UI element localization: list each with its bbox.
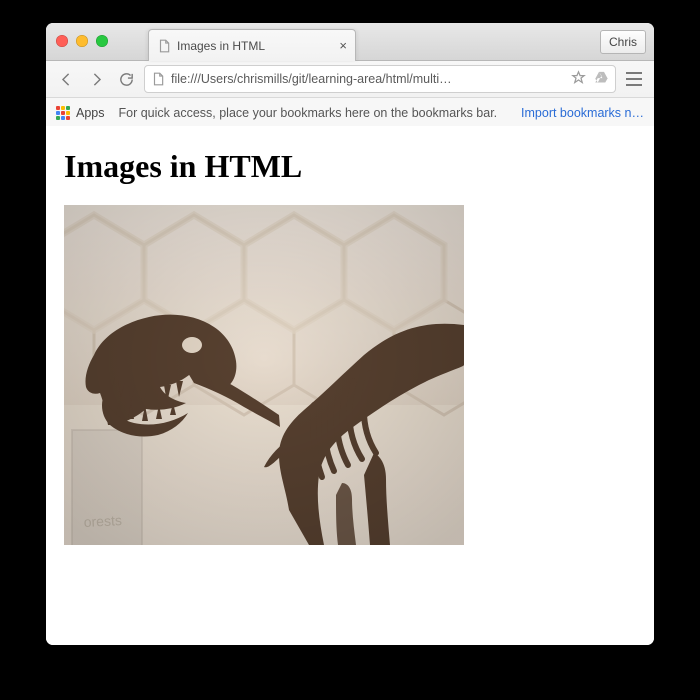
bookmarks-hint: For quick access, place your bookmarks h… [119, 106, 512, 120]
content-image: orests [64, 205, 464, 545]
drive-icon[interactable] [594, 70, 609, 88]
apps-grid-icon [56, 106, 70, 120]
address-bar-url: file:///Users/chrismills/git/learning-ar… [171, 72, 565, 86]
page-content: Images in HTML [46, 126, 654, 563]
apps-label: Apps [76, 106, 105, 120]
browser-tab[interactable]: Images in HTML × [148, 29, 356, 61]
page-title: Images in HTML [64, 148, 636, 185]
address-bar[interactable]: file:///Users/chrismills/git/learning-ar… [144, 65, 616, 93]
window-controls [56, 35, 108, 47]
file-icon [151, 72, 165, 86]
close-window-button[interactable] [56, 35, 68, 47]
menu-button[interactable] [622, 67, 646, 91]
browser-window: Images in HTML × Chris file:///U [46, 23, 654, 645]
minimize-window-button[interactable] [76, 35, 88, 47]
apps-shortcut[interactable]: Apps [56, 106, 105, 120]
back-button[interactable] [54, 67, 78, 91]
close-tab-icon[interactable]: × [339, 39, 347, 52]
file-icon [157, 39, 171, 53]
reload-button[interactable] [114, 67, 138, 91]
profile-name: Chris [609, 35, 637, 49]
forward-button[interactable] [84, 67, 108, 91]
star-icon[interactable] [571, 70, 586, 88]
import-bookmarks-link[interactable]: Import bookmarks n… [521, 106, 644, 120]
toolbar: file:///Users/chrismills/git/learning-ar… [46, 61, 654, 98]
maximize-window-button[interactable] [96, 35, 108, 47]
tab-title: Images in HTML [177, 39, 333, 53]
profile-button[interactable]: Chris [600, 30, 646, 54]
titlebar: Images in HTML × Chris [46, 23, 654, 61]
page-viewport: Images in HTML [46, 126, 654, 645]
bookmarks-bar: Apps For quick access, place your bookma… [46, 98, 654, 129]
